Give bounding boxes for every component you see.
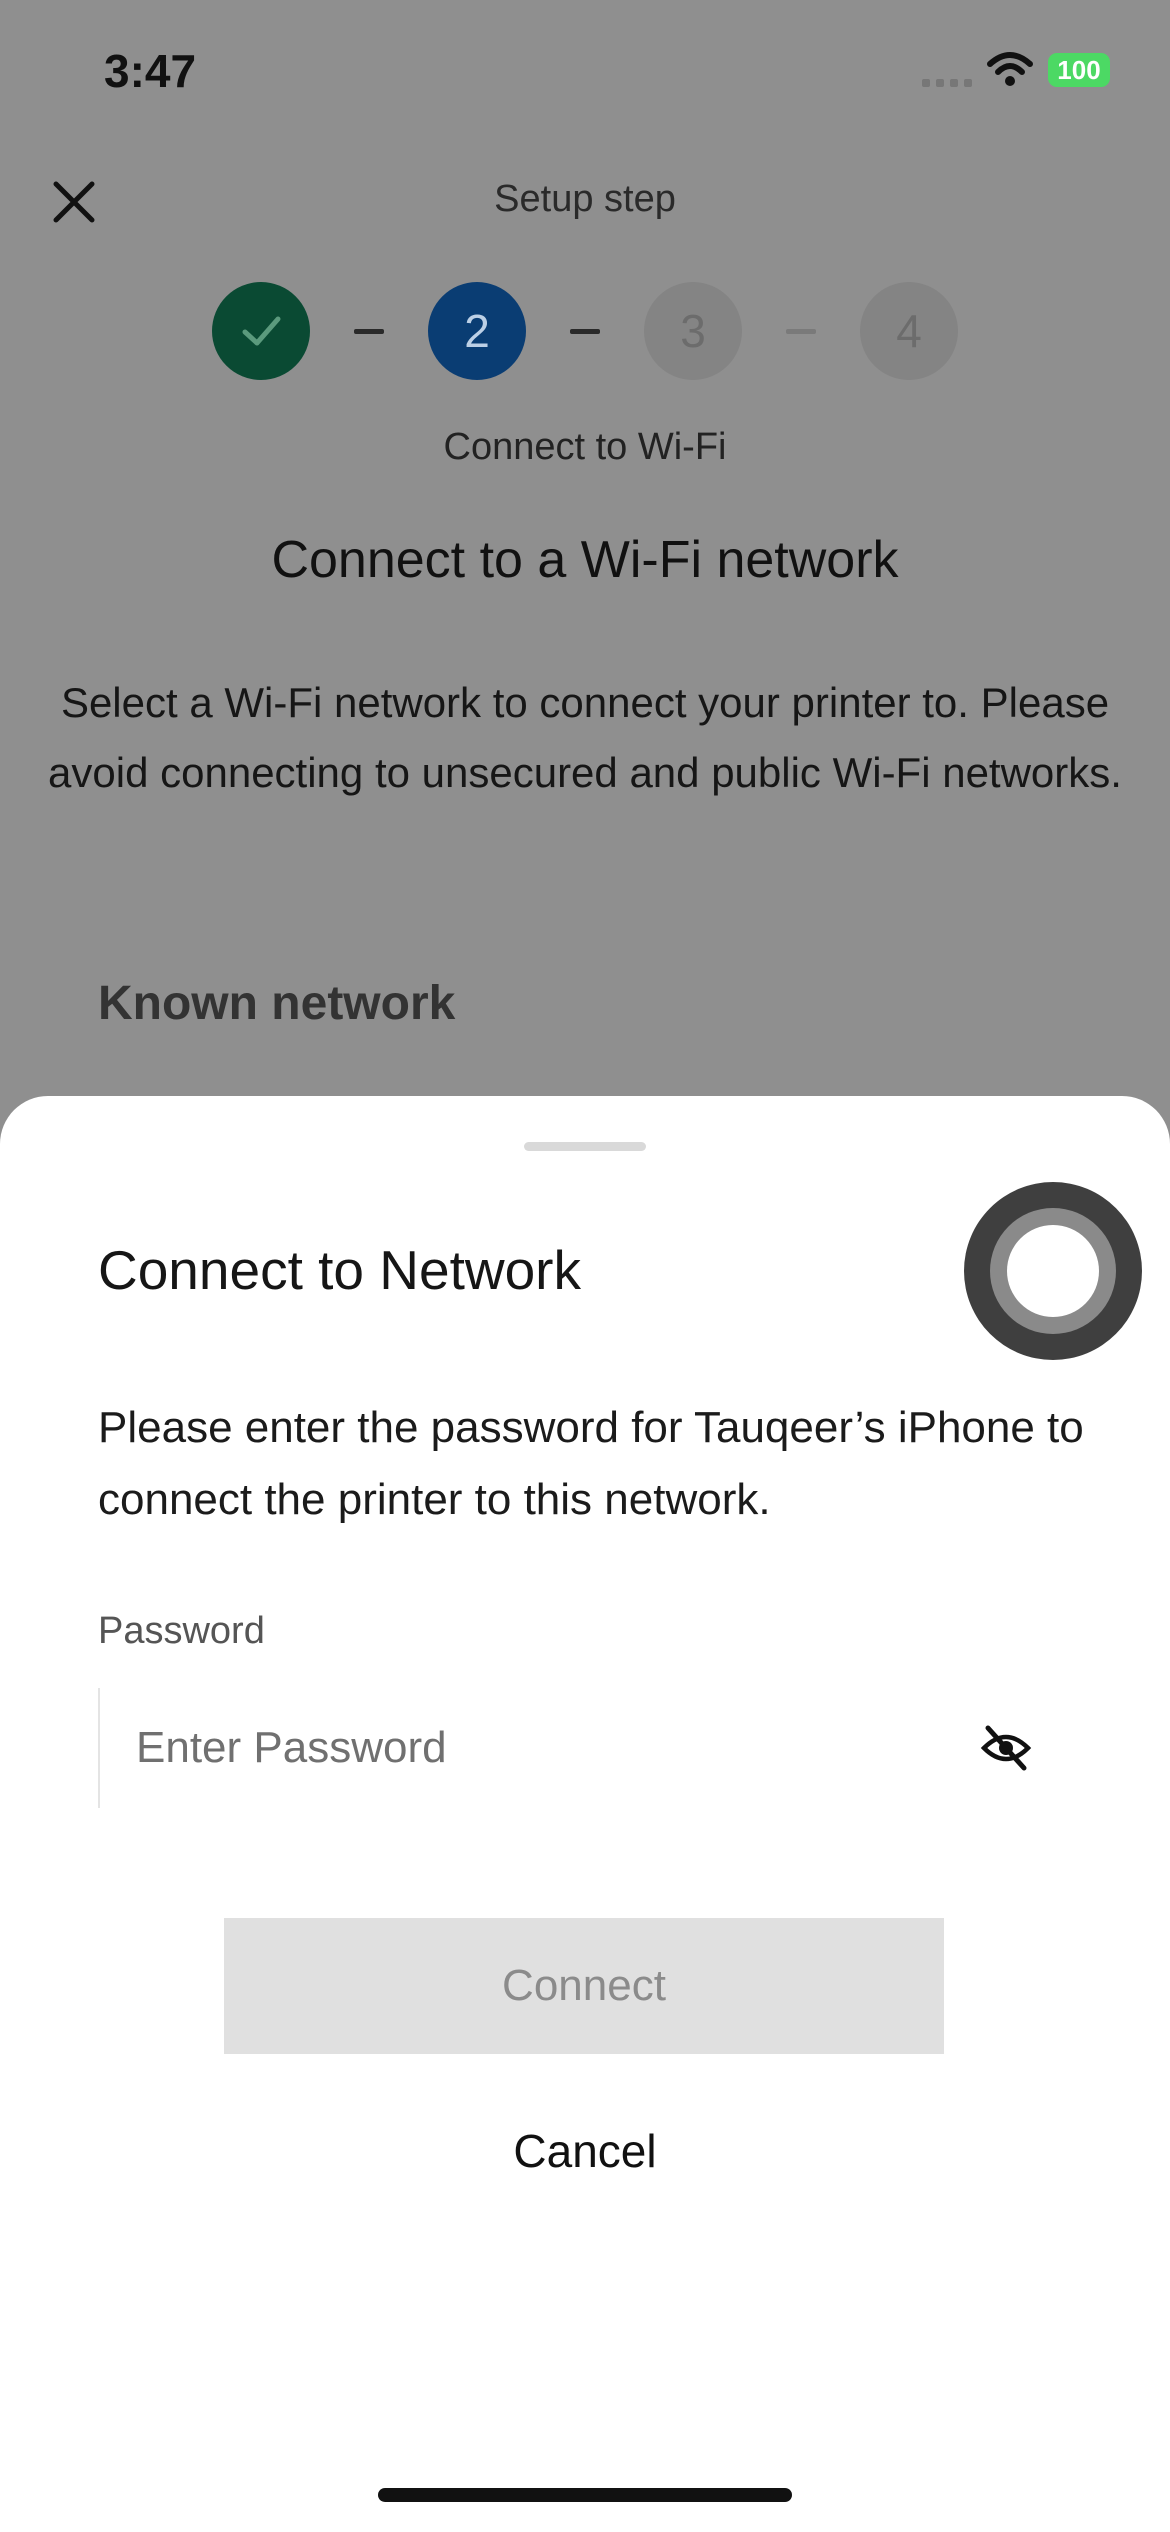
status-icons: 100: [922, 52, 1110, 88]
assistive-touch-ring: [990, 1208, 1116, 1334]
setup-stepper: 2 3 4: [0, 282, 1170, 380]
wifi-icon: [987, 52, 1033, 86]
password-input[interactable]: [134, 1722, 918, 1774]
step-2-current: 2: [428, 282, 526, 380]
step-3: 3: [644, 282, 742, 380]
page-title: Connect to a Wi-Fi network: [271, 531, 899, 589]
home-indicator: [378, 2488, 792, 2502]
connect-button[interactable]: Connect: [224, 1918, 944, 2054]
setup-screen: 3:47 100 Setup step 2 3 4 Connect to Wi-…: [0, 0, 1170, 1100]
current-step-label: Connect to Wi-Fi: [443, 426, 727, 468]
step-connector: [354, 328, 384, 334]
connect-network-sheet: Connect to Network Please enter the pass…: [0, 1096, 1170, 2532]
password-label: Password: [98, 1610, 265, 1652]
cellular-signal-icon: [922, 53, 972, 87]
eye-slash-icon[interactable]: [980, 1724, 1032, 1772]
step-4: 4: [860, 282, 958, 380]
step-connector: [786, 328, 816, 334]
known-network-heading: Known network: [98, 977, 456, 1030]
page-description: Select a Wi-Fi network to connect your p…: [48, 679, 1122, 796]
battery-icon: 100: [1048, 53, 1110, 87]
step-connector: [570, 328, 600, 334]
sheet-grabber[interactable]: [524, 1142, 646, 1151]
sheet-description: Please enter the password for Tauqeer’s …: [98, 1403, 1084, 1524]
step-1-complete: [212, 282, 310, 380]
header-title: Setup step: [494, 178, 676, 220]
password-field[interactable]: [98, 1688, 1060, 1808]
status-time: 3:47: [104, 45, 197, 97]
assistive-touch-button[interactable]: [964, 1182, 1142, 1360]
assistive-touch-center: [1007, 1225, 1099, 1317]
cancel-button[interactable]: Cancel: [0, 2096, 1170, 2206]
checkmark-icon: [242, 316, 281, 346]
sheet-title: Connect to Network: [98, 1239, 581, 1301]
